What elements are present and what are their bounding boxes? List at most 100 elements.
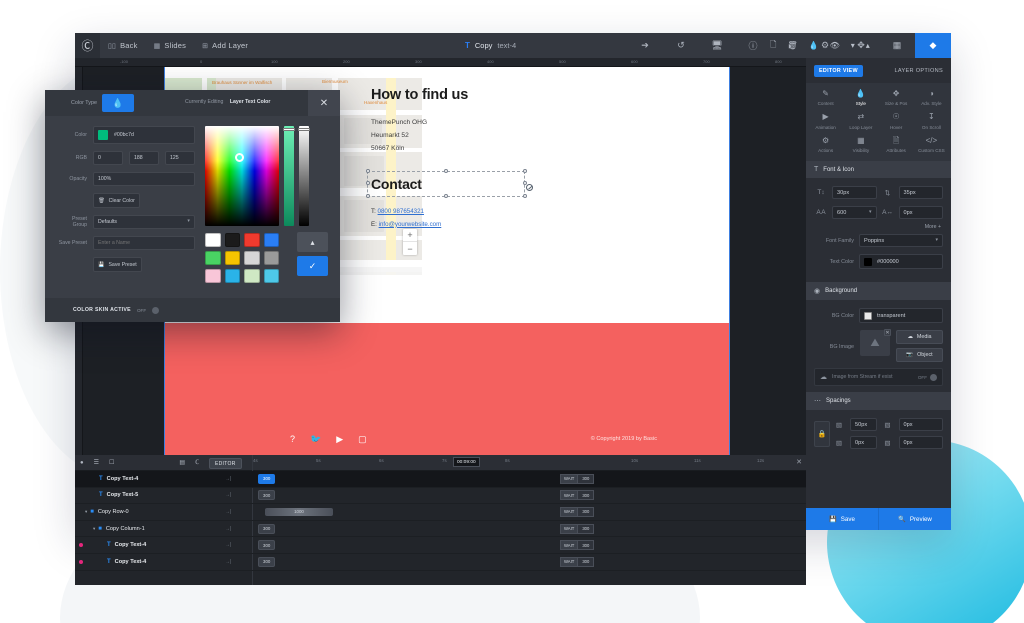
timeline-chip[interactable]: 1000 — [265, 507, 333, 516]
sidebar-item-visibility[interactable]: ▦ Visibility — [843, 136, 878, 153]
facebook-icon[interactable]: ? — [290, 434, 295, 445]
preset-swatch[interactable] — [263, 251, 279, 265]
table-row[interactable]: T Copy Text-4 →| 300 WAIT 300 — [75, 537, 806, 554]
timeline-chip[interactable]: 300 — [258, 490, 276, 501]
timeline-wait[interactable]: WAIT 300 — [560, 473, 595, 484]
timeline-chip[interactable]: 300 — [258, 556, 276, 567]
slides-button[interactable]: ▦ Slides — [146, 33, 194, 58]
object-button[interactable]: 📷 Object — [896, 348, 943, 363]
padding-bottom-input[interactable]: 0px — [850, 436, 877, 450]
padding-right-input[interactable]: 0px — [898, 418, 943, 432]
align-icon[interactable]: ✥ — [843, 33, 879, 58]
twitter-icon[interactable]: 🐦 — [310, 434, 321, 445]
back-button[interactable]: ▯▯ Back — [100, 33, 146, 58]
sidebar-item-content[interactable]: ✎ Content — [808, 89, 843, 106]
cursor-icon[interactable]: ➔ — [627, 33, 663, 58]
sidebar-item-on-scroll[interactable]: ↧ On Scroll — [914, 113, 949, 130]
preset-swatch[interactable] — [244, 269, 260, 283]
opacity-input[interactable]: 100% — [93, 172, 195, 186]
preset-swatch[interactable] — [205, 269, 221, 283]
timeline-wait[interactable]: WAIT 300 — [560, 506, 595, 517]
color-type-button[interactable]: 💧 — [102, 94, 134, 112]
line-height-input[interactable]: 35px — [898, 186, 943, 200]
tab-editor-view[interactable]: EDITOR VIEW — [814, 65, 863, 77]
timeline-current-time[interactable]: 00:09:00 — [453, 457, 480, 467]
bg-color-swatch[interactable] — [864, 311, 872, 320]
undo-icon[interactable]: ↺ — [663, 33, 699, 58]
preset-swatch[interactable] — [205, 233, 221, 247]
rgb-g-input[interactable]: 188 — [129, 151, 159, 165]
saturation-value-field[interactable] — [205, 126, 279, 226]
instagram-icon[interactable]: ▢ — [358, 434, 367, 445]
close-icon[interactable]: ✕ — [884, 329, 891, 337]
sidebar-item-style[interactable]: 💧 Style — [843, 89, 878, 106]
sidebar-item-attributes[interactable]: 🗎 Attributes — [879, 136, 914, 153]
color-cursor[interactable] — [235, 153, 244, 162]
preset-swatch[interactable] — [224, 269, 240, 283]
record-icon[interactable]: ● — [75, 460, 89, 466]
table-row[interactable]: T Copy Text-5 →| 300 WAIT 300 — [75, 488, 806, 505]
close-icon[interactable]: ✕ — [796, 458, 802, 466]
timeline-wait[interactable]: WAIT 300 — [560, 490, 595, 501]
end-marker-icon[interactable]: →| — [225, 542, 231, 548]
preset-group-select[interactable]: Defaults ▾ — [93, 215, 195, 229]
media-button[interactable]: ☁ Media — [896, 330, 943, 345]
more-options-button[interactable]: More + — [814, 224, 943, 230]
spacing-lock-button[interactable]: 🔒 — [814, 420, 830, 447]
save-preset-button[interactable]: 💾 Save Preset — [93, 257, 142, 272]
timeline-editor-badge[interactable]: EDITOR — [209, 458, 242, 469]
preset-swatch[interactable] — [263, 233, 279, 247]
map-zoom-out-button[interactable]: − — [403, 242, 417, 255]
chevron-down-icon[interactable]: ▾ — [93, 526, 95, 532]
add-layer-button[interactable]: ⊞ Add Layer — [194, 33, 256, 58]
timeline-chip[interactable]: 300 — [258, 523, 276, 534]
bg-image-thumb[interactable]: ✕ ⛰ — [860, 329, 891, 357]
end-marker-icon[interactable]: →| — [225, 492, 231, 498]
font-family-select[interactable]: Poppins — [859, 234, 943, 248]
color-hex-input[interactable]: #00bc7d — [93, 126, 195, 144]
end-marker-icon[interactable]: →| — [225, 526, 231, 532]
map-zoom-in-button[interactable]: + — [403, 229, 417, 242]
contrast-icon[interactable]: ◑ — [771, 33, 807, 58]
hue-slider[interactable] — [283, 126, 295, 226]
map-zoom-controls[interactable]: + − — [403, 229, 417, 255]
gear-icon[interactable]: ⚙ — [807, 33, 843, 58]
sidebar-item-actions[interactable]: ⚙ Actions — [808, 136, 843, 153]
image-from-stream-row[interactable]: ☁ Image from Stream if exist OFF — [814, 368, 943, 387]
timeline-chip[interactable]: 300 — [258, 473, 276, 484]
preset-swatch[interactable] — [263, 269, 279, 283]
close-icon[interactable]: ✕ — [308, 90, 340, 116]
timeline-wait[interactable]: WAIT 300 — [560, 540, 595, 551]
sidebar-item-hover[interactable]: ☉ Hover — [879, 113, 914, 130]
padding-left-input[interactable]: 0px — [898, 436, 943, 450]
contact-layer-selected[interactable]: Contact — [365, 169, 533, 199]
bg-color-input[interactable]: transparent — [859, 308, 943, 324]
sidebar-item-custom-css[interactable]: </> Custom CSS — [914, 136, 949, 153]
text-color-input[interactable]: #000000 — [859, 254, 943, 270]
preset-swatch[interactable] — [205, 251, 221, 265]
end-marker-icon[interactable]: →| — [225, 509, 231, 515]
tab-layer-options[interactable]: LAYER OPTIONS — [894, 68, 943, 74]
module-icon[interactable]: ▦ — [879, 33, 915, 58]
chevron-down-icon[interactable]: ▾ — [85, 509, 87, 515]
end-marker-icon[interactable]: →| — [225, 559, 231, 565]
stream-toggle[interactable]: OFF — [918, 373, 937, 381]
font-weight-select[interactable]: 600 — [832, 206, 877, 220]
text-color-swatch[interactable] — [864, 257, 872, 266]
preview-button[interactable]: 🔍 Preview — [878, 508, 951, 530]
preset-swatch[interactable] — [244, 233, 260, 247]
color-skin-toggle[interactable] — [152, 306, 160, 314]
layers-icon[interactable]: ◆ — [915, 33, 951, 58]
folder-icon[interactable]: ☐ — [104, 459, 119, 466]
sidebar-item-loop-layer[interactable]: ⇄ Loop Layer — [843, 113, 878, 130]
sidebar-item-animation[interactable]: ▶ Animation — [808, 113, 843, 130]
alpha-slider[interactable] — [298, 126, 310, 226]
list-icon[interactable]: ☰ — [89, 459, 104, 466]
table-row[interactable]: ▾ ■ Copy Column-1 →| 300 WAIT 300 — [75, 521, 806, 538]
collapse-button[interactable]: ▴ — [297, 232, 328, 252]
timeline-wait[interactable]: WAIT 300 — [560, 523, 595, 534]
preset-name-input[interactable] — [93, 236, 195, 250]
sidebar-item-size-pos[interactable]: ✥ Size & Pos — [879, 89, 914, 106]
section-background-header[interactable]: ◉ Background — [806, 282, 951, 301]
split-icon[interactable]: ▤ — [174, 459, 190, 466]
